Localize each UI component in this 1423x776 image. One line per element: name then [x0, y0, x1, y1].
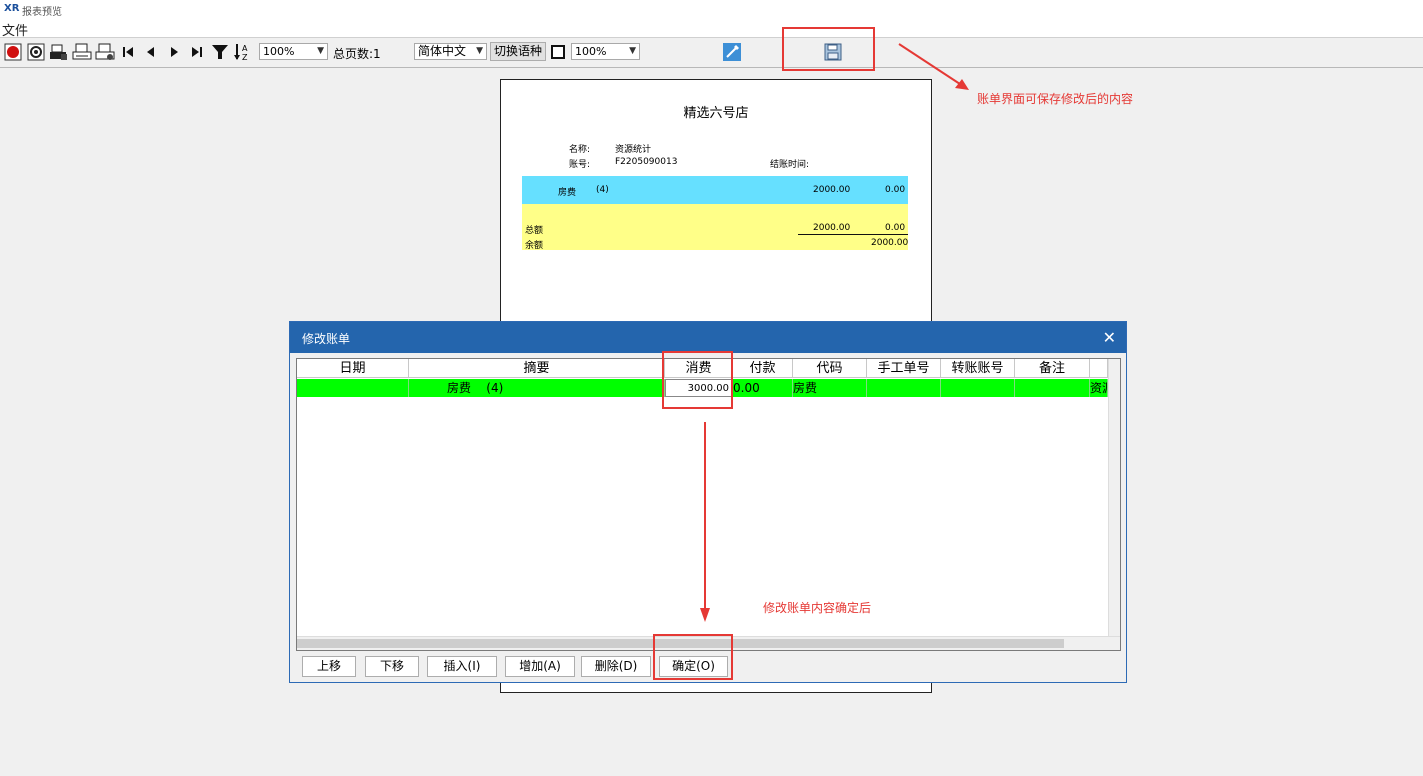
column-header-extra	[1090, 359, 1108, 378]
total-pages-label: 总页数:1	[333, 47, 381, 61]
language-select-value: 简体中文	[418, 44, 467, 58]
report-total-label: 总额	[525, 226, 544, 236]
sort-az-icon[interactable]: AZ	[233, 42, 253, 62]
cell-payment[interactable]: 0.00	[733, 379, 793, 397]
print-preview-icon[interactable]	[95, 42, 115, 62]
chevron-down-icon: ▼	[317, 46, 324, 56]
column-header-transfer-acct[interactable]: 转账账号	[941, 359, 1015, 378]
report-total-paid: 0.00	[885, 223, 906, 233]
report-total-amount: 2000.00	[813, 223, 851, 233]
cell-code[interactable]: 房费	[793, 379, 867, 397]
close-icon[interactable]: ✕	[1103, 328, 1116, 347]
window-title: 报表预览	[22, 7, 62, 18]
zoom-select-value: 100%	[263, 45, 295, 58]
chevron-down-icon: ▼	[476, 46, 483, 56]
first-page-icon[interactable]	[118, 42, 138, 62]
delete-button[interactable]: 删除(D)	[581, 656, 651, 677]
report-name-label: 名称:	[569, 145, 591, 155]
column-header-date[interactable]: 日期	[297, 359, 409, 378]
move-up-button[interactable]: 上移	[302, 656, 356, 677]
switch-language-button[interactable]: 切换语种	[490, 42, 547, 61]
report-detail-band: 房费 (4) 2000.00 0.00	[522, 176, 908, 204]
print-icon[interactable]	[72, 42, 92, 62]
checkbox-icon[interactable]	[548, 42, 568, 62]
report-row-paid: 0.00	[885, 185, 906, 195]
cell-transfer-acct[interactable]	[941, 379, 1015, 397]
report-name-value: 资源统计	[615, 145, 652, 155]
report-account-value: F2205090013	[615, 157, 678, 167]
cell-summary[interactable]: 房费 (4)	[409, 379, 665, 397]
filter-icon[interactable]	[210, 42, 230, 62]
edit-bill-icon[interactable]	[722, 42, 742, 62]
menu-file[interactable]: 文件	[2, 20, 28, 39]
zoom2-select-value: 100%	[575, 45, 607, 58]
svg-text:Z: Z	[242, 53, 248, 61]
menu-bar: 文件	[0, 19, 1423, 39]
last-page-icon[interactable]	[187, 42, 207, 62]
report-account-label: 账号:	[569, 160, 591, 170]
cell-remark[interactable]	[1015, 379, 1090, 397]
dialog-title-bar: 修改账单 ✕	[290, 322, 1126, 353]
save-highlight-box	[782, 27, 875, 71]
report-shop-title: 精选六号店	[683, 106, 749, 121]
report-row-count: (4)	[596, 185, 609, 195]
report-row-amount: 2000.00	[813, 185, 851, 195]
move-down-button[interactable]: 下移	[365, 656, 419, 677]
language-select[interactable]: 简体中文 ▼	[414, 43, 487, 60]
record-icon[interactable]	[3, 42, 23, 62]
report-balance-amount: 2000.00	[871, 238, 909, 248]
refresh-icon[interactable]	[26, 42, 46, 62]
svg-text:A: A	[242, 44, 248, 53]
zoom2-select[interactable]: 100% ▼	[571, 43, 640, 60]
report-balance-label: 余额	[525, 241, 544, 251]
report-total-underline	[798, 234, 908, 235]
next-page-icon[interactable]	[164, 42, 184, 62]
cell-manual-no[interactable]	[867, 379, 941, 397]
insert-button[interactable]: 插入(I)	[427, 656, 497, 677]
column-header-summary[interactable]: 摘要	[409, 359, 665, 378]
cell-date[interactable]	[297, 379, 409, 397]
dialog-title: 修改账单	[302, 332, 351, 346]
arrow-down-icon	[700, 422, 710, 622]
report-row-item: 房费	[558, 188, 577, 198]
print-setup-icon[interactable]	[49, 42, 69, 62]
vertical-scrollbar[interactable]	[1108, 359, 1120, 636]
prev-page-icon[interactable]	[141, 42, 161, 62]
report-summary-band: 总额 2000.00 0.00 余额 2000.00	[522, 204, 909, 251]
app-logo-icon: XR	[4, 3, 20, 14]
column-header-payment[interactable]: 付款	[733, 359, 793, 378]
zoom-select[interactable]: 100% ▼	[259, 43, 328, 60]
column-header-manual-no[interactable]: 手工单号	[867, 359, 941, 378]
save-note: 账单界面可保存修改后的内容	[977, 92, 1134, 106]
column-header-code[interactable]: 代码	[793, 359, 867, 378]
cell-extra[interactable]: 资源	[1090, 379, 1108, 397]
confirm-note: 修改账单内容确定后	[763, 601, 872, 615]
consume-highlight-box	[662, 351, 733, 409]
chevron-down-icon: ▼	[629, 46, 636, 56]
report-checkout-label: 结账时间:	[770, 160, 810, 170]
toolbar: AZ 100% ▼ 总页数:1 简体中文 ▼ 切换语种 100% ▼	[0, 38, 1423, 68]
column-header-remark[interactable]: 备注	[1015, 359, 1090, 378]
add-button[interactable]: 增加(A)	[505, 656, 575, 677]
confirm-highlight-box	[653, 634, 733, 680]
title-bar: XR 报表预览	[0, 0, 1423, 19]
